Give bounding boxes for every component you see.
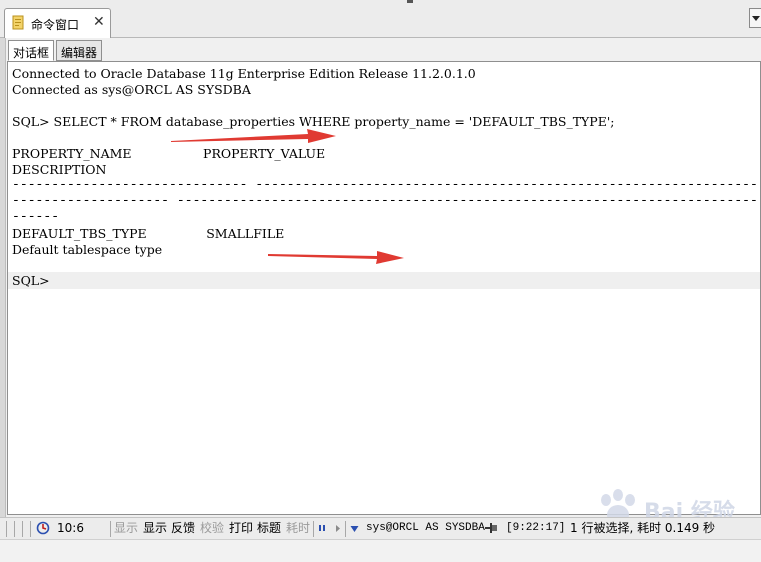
print-button[interactable]: 打印 bbox=[229, 520, 253, 537]
headings-button[interactable]: 标题 bbox=[257, 520, 281, 537]
command-output-console[interactable]: Connected to Oracle Database 11g Enterpr… bbox=[7, 61, 761, 515]
console-line: Connected to Oracle Database 11g Enterpr… bbox=[12, 66, 476, 81]
console-line-separator: ------ bbox=[12, 209, 60, 224]
left-frame-edge bbox=[0, 38, 6, 518]
console-line-separator: ------------------------------ ---------… bbox=[12, 177, 760, 192]
console-line-separator: -------------------- -------------------… bbox=[12, 193, 761, 208]
window-drag-handle bbox=[407, 0, 413, 3]
chevron-down-icon bbox=[752, 16, 760, 21]
connection-info[interactable]: sys@ORCL AS SYSDBA bbox=[366, 520, 485, 537]
bottom-edge bbox=[0, 539, 761, 562]
tab-dialog[interactable]: 对话框 bbox=[8, 40, 55, 61]
window-list-dropdown[interactable] bbox=[749, 8, 761, 28]
feedback-button[interactable]: 反馈 bbox=[171, 520, 195, 537]
show-toggle-disabled: 显示 bbox=[114, 521, 139, 535]
tab-editor[interactable]: 编辑器 bbox=[56, 40, 103, 61]
timer-icon bbox=[36, 521, 50, 535]
chevron-down-icon[interactable] bbox=[350, 525, 359, 533]
pin-icon[interactable] bbox=[484, 522, 498, 534]
cursor-position: 10:6 bbox=[57, 521, 84, 535]
command-window-tab[interactable]: 命令窗口 ✕ bbox=[4, 8, 111, 38]
console-line-header: PROPERTY_NAME PROPERTY_VALUE bbox=[12, 146, 326, 161]
step-icon[interactable] bbox=[334, 524, 342, 533]
status-bar: 10:6 显示 显示 反馈 校验 打印 标题 耗时 sys@ORCL AS SY… bbox=[0, 517, 761, 539]
console-line: Connected as sys@ORCL AS SYSDBA bbox=[12, 82, 251, 97]
console-line-result: Default tablespace type bbox=[12, 242, 163, 257]
sql-prompt: SQL> bbox=[12, 273, 50, 288]
console-line-result: DEFAULT_TBS_TYPE SMALLFILE bbox=[12, 226, 285, 241]
execution-time: [9:22:17] bbox=[506, 522, 566, 534]
timing-button[interactable]: 耗时 bbox=[286, 520, 310, 537]
window-tab-strip: 命令窗口 ✕ bbox=[0, 0, 761, 38]
status-message: 1 行被选择, 耗时 0.149 秒 bbox=[570, 521, 716, 535]
verify-button[interactable]: 校验 bbox=[200, 520, 224, 537]
console-line-query: SQL> SELECT * FROM database_properties W… bbox=[12, 114, 615, 129]
close-icon[interactable]: ✕ bbox=[93, 14, 105, 30]
pause-icon[interactable] bbox=[318, 524, 326, 533]
current-prompt-line[interactable] bbox=[8, 272, 760, 289]
command-window-icon bbox=[12, 15, 24, 30]
command-window-title: 命令窗口 bbox=[31, 18, 80, 32]
console-line-header: DESCRIPTION bbox=[12, 162, 107, 177]
show-button[interactable]: 显示 bbox=[143, 520, 167, 537]
